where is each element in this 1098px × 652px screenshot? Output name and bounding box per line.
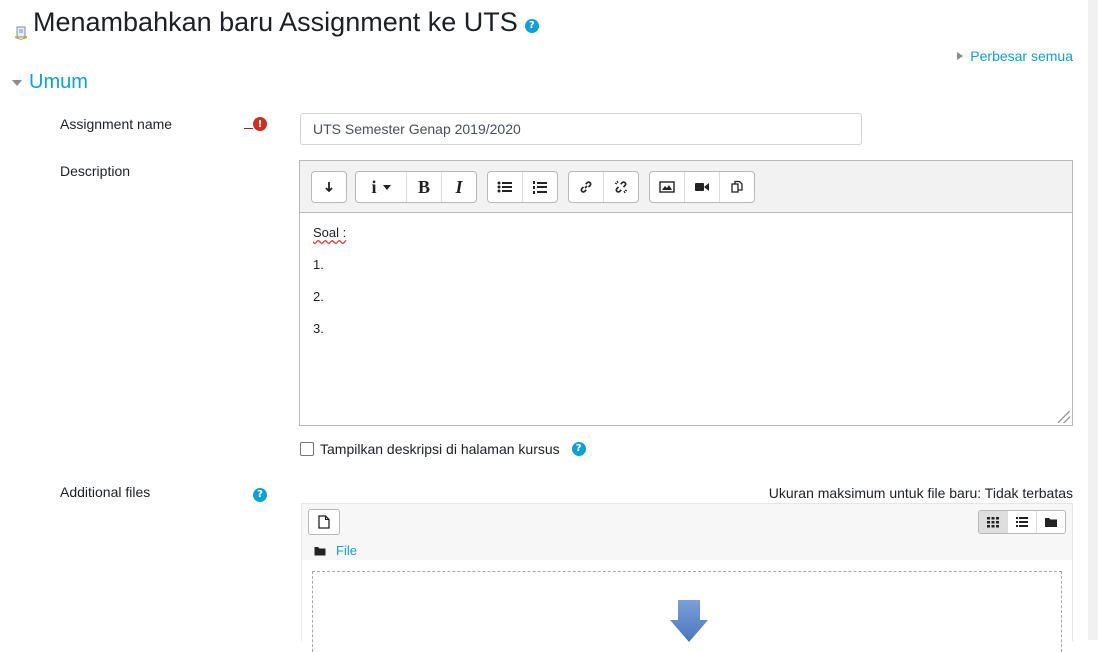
folder-icon [1045, 518, 1057, 527]
triangle-down-icon [12, 79, 22, 86]
link-button[interactable] [569, 172, 604, 202]
expand-all-label: Perbesar semua [970, 48, 1073, 64]
assignment-name-input[interactable] [300, 113, 862, 145]
additional-files-label: Additional files [60, 484, 151, 500]
ordered-list-button[interactable] [523, 172, 557, 202]
editor-line: Soal : [313, 225, 1059, 241]
section-title: Umum [29, 71, 88, 93]
help-icon[interactable]: ? [253, 488, 267, 502]
editor-resize-handle[interactable] [1058, 411, 1070, 423]
numbered-list-icon [533, 180, 547, 194]
file-view-switcher [978, 510, 1066, 534]
assignment-module-icon [14, 16, 28, 40]
caret-down-icon [382, 184, 391, 190]
window-scrollbar[interactable] [1088, 0, 1098, 640]
show-description-row: Tampilkan deskripsi di halaman kursus ? [300, 441, 586, 457]
triangle-right-icon [957, 52, 964, 60]
max-file-size-text: Ukuran maksimum untuk file baru: Tidak t… [768, 485, 1073, 501]
unlink-button[interactable] [604, 172, 638, 202]
expand-all-link[interactable]: Perbesar semua [957, 48, 1073, 64]
bold-button[interactable]: B [407, 172, 442, 202]
assignment-name-label: Assignment name [60, 116, 173, 132]
toolbar-group-lists [487, 171, 558, 203]
file-drop-area[interactable] [302, 560, 1072, 652]
grid-icon [987, 517, 999, 528]
editor-line-text: Soal : [313, 225, 347, 240]
file-manager: File [301, 503, 1073, 652]
manage-files-button[interactable] [720, 172, 754, 202]
unlink-icon [614, 180, 628, 194]
info-style-icon: i [371, 176, 377, 197]
toolbar-group-collapse [311, 171, 347, 203]
section-header-general[interactable]: Umum [12, 71, 88, 94]
editor-line: 2. [313, 289, 324, 304]
insert-image-button[interactable] [650, 172, 685, 202]
unordered-list-button[interactable] [488, 172, 523, 202]
video-camera-icon [695, 183, 709, 191]
page-title: Menambahkan baru Assignment ke UTS ? [14, 7, 539, 40]
copy-files-icon [731, 180, 743, 193]
toolbar-group-media [649, 171, 755, 203]
view-list-button[interactable] [1008, 511, 1037, 533]
toolbar-group-style: i B I [355, 171, 477, 203]
required-icon: ! [253, 117, 267, 131]
editor-content-area[interactable]: Soal : 1. 2. 3. [300, 213, 1072, 365]
editor-line: 3. [313, 321, 324, 336]
path-folder-link[interactable]: File [336, 543, 357, 558]
paragraph-style-button[interactable]: i [356, 172, 407, 202]
required-dash [244, 128, 253, 129]
show-more-buttons[interactable] [312, 172, 346, 202]
description-label: Description [60, 163, 131, 179]
file-path-breadcrumb: File [314, 543, 357, 558]
description-editor[interactable]: i B I Soal: 1. 2. 3. [299, 160, 1073, 426]
show-description-label: Tampilkan deskripsi di halaman kursus [320, 441, 560, 457]
drop-arrow-icon [670, 600, 708, 642]
link-icon [580, 181, 592, 193]
editor-toolbar: i B I [300, 161, 1072, 213]
view-icons-button[interactable] [979, 511, 1008, 533]
required-indicator: ! [244, 117, 267, 131]
show-description-checkbox[interactable] [300, 442, 314, 456]
help-icon[interactable]: ? [571, 442, 586, 456]
view-tree-button[interactable] [1037, 511, 1065, 533]
italic-button[interactable]: I [442, 172, 476, 202]
help-icon[interactable]: ? [524, 18, 539, 33]
insert-media-button[interactable] [685, 172, 720, 202]
new-file-icon [318, 515, 330, 529]
page-title-text: Menambahkan baru Assignment ke UTS [33, 7, 518, 37]
folder-icon [314, 546, 326, 555]
add-file-button[interactable] [308, 509, 340, 535]
image-icon [659, 181, 675, 193]
collapse-arrow-icon [325, 182, 333, 193]
bullet-list-icon [497, 181, 512, 193]
list-icon [1016, 517, 1028, 527]
editor-line: 1. [313, 257, 324, 272]
toolbar-group-links [568, 171, 639, 203]
